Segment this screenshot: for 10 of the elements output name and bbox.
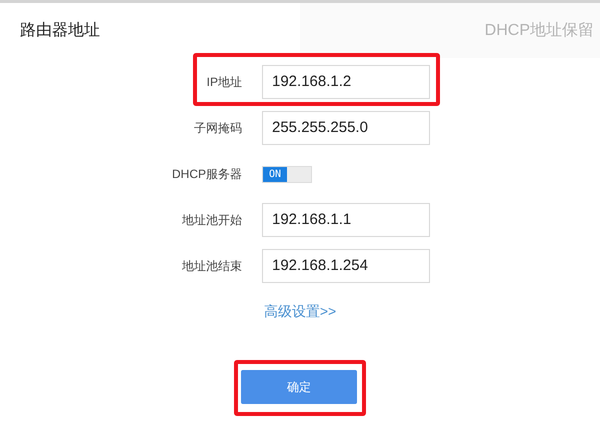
input-field[interactable]: 192.168.1.1 xyxy=(262,203,430,237)
field-label: DHCP服务器 xyxy=(172,166,242,183)
field-label: 地址池结束 xyxy=(182,258,242,275)
input-field[interactable]: 192.168.1.2 xyxy=(262,65,430,99)
field-label: 地址池开始 xyxy=(182,212,242,229)
field-label: 子网掩码 xyxy=(194,120,242,137)
input-field[interactable]: 255.255.255.0 xyxy=(262,111,430,145)
toggle-switch[interactable]: ON xyxy=(262,166,312,182)
input-field[interactable]: 192.168.1.254 xyxy=(262,249,430,283)
field-label: IP地址 xyxy=(206,74,242,91)
